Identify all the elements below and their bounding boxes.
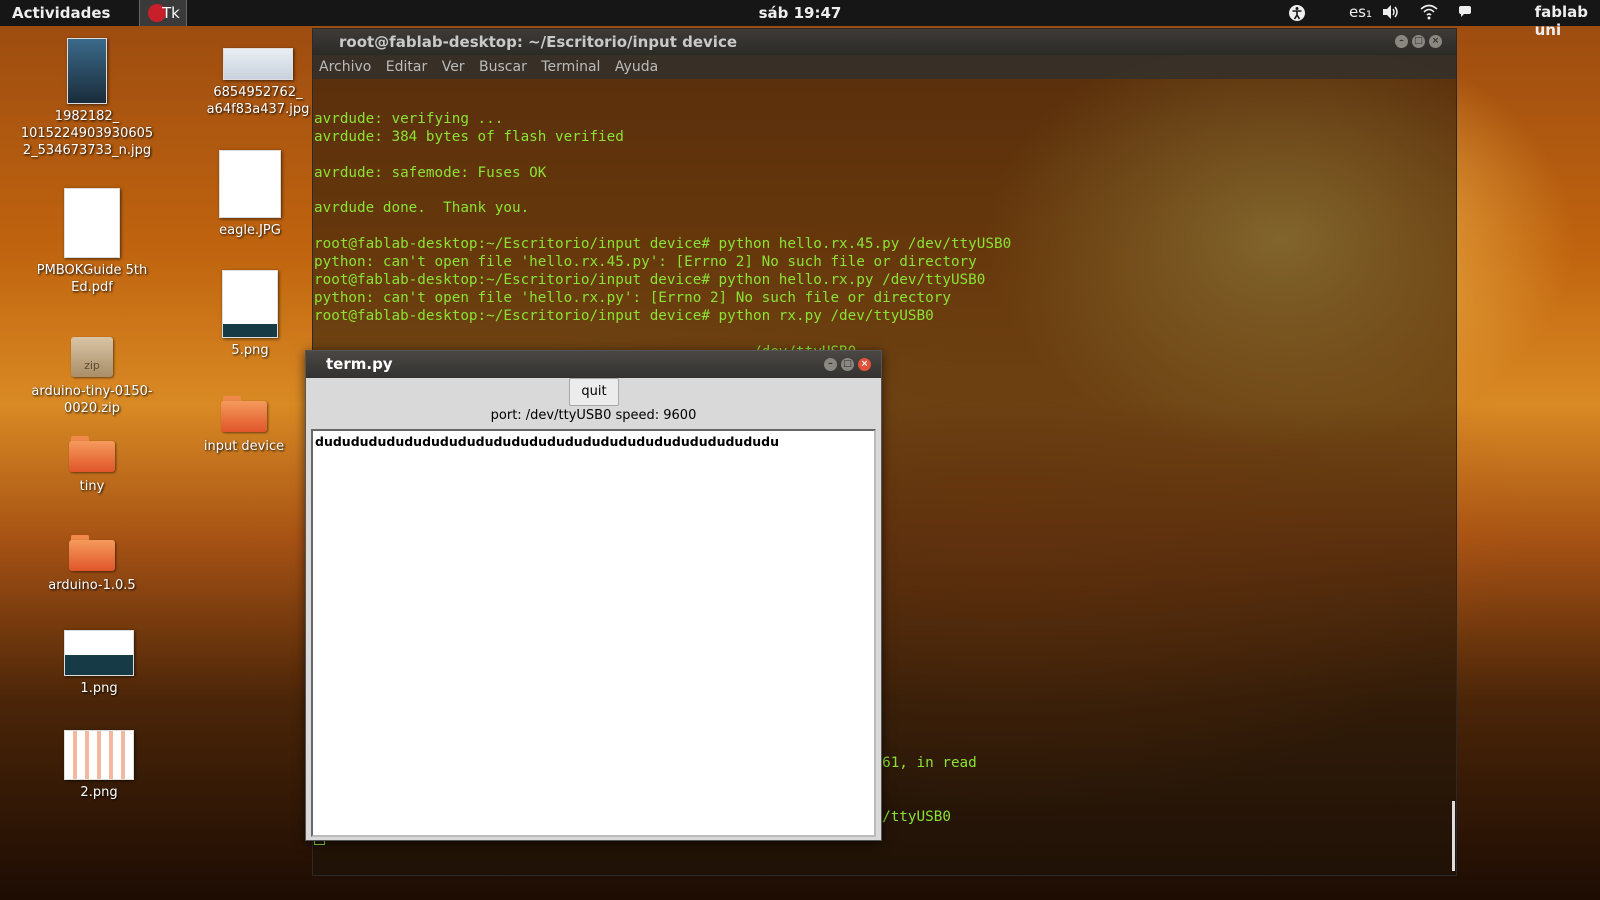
terminal-line: python: can't open file 'hello.rx.45.py'… — [314, 254, 977, 271]
maximize-icon[interactable]: □ — [1412, 35, 1425, 48]
wifi-icon[interactable] — [1420, 4, 1438, 24]
desktop-icon[interactable]: input device — [184, 396, 304, 455]
menu-archivo[interactable]: Archivo — [319, 59, 371, 75]
desktop-icon-label: arduino-1.0.5 — [48, 578, 136, 593]
desktop-icon[interactable]: eagle.JPG — [200, 150, 300, 239]
menu-ver[interactable]: Ver — [442, 59, 465, 75]
serial-output-textbox[interactable]: dudududududududududududududududududududu… — [311, 429, 876, 837]
folder-icon — [69, 436, 115, 472]
desktop-icon-label: 6854952762_ a64f83a437.jpg — [206, 85, 310, 117]
close-icon[interactable]: × — [858, 358, 871, 371]
tk-titlebar[interactable]: term.py – □ × — [306, 351, 881, 378]
port-speed-label: port: /dev/ttyUSB0 speed: 9600 — [490, 408, 697, 423]
zip-archive-icon: zip — [71, 337, 113, 377]
image-thumbnail-icon — [64, 730, 134, 780]
desktop-icon[interactable]: 5.png — [200, 270, 300, 359]
terminal-line: avrdude: safemode: Fuses OK — [314, 164, 547, 181]
menu-ayuda[interactable]: Ayuda — [615, 59, 658, 75]
image-thumbnail-icon — [223, 48, 293, 80]
terminal-line: avrdude: verifying ... — [314, 111, 504, 127]
desktop-icon-label: 1982182_ 1015224903930605 2_534673733_n.… — [20, 109, 154, 158]
menu-buscar[interactable]: Buscar — [479, 59, 527, 75]
terminal-line: root@fablab-desktop:~/Escritorio/input d… — [314, 307, 934, 324]
desktop-icon-label: PMBOKGuide 5th Ed.pdf — [36, 263, 148, 295]
pdf-thumbnail-icon — [64, 188, 120, 258]
terminal-menubar: Archivo Editar Ver Buscar Terminal Ayuda — [313, 55, 1456, 79]
minimize-icon[interactable]: – — [1395, 35, 1408, 48]
desktop-icon[interactable]: PMBOKGuide 5th Ed.pdf — [22, 188, 162, 296]
desktop-icon-label: 1.png — [80, 681, 118, 696]
window-controls: – □ × — [1391, 35, 1442, 61]
folder-icon — [221, 396, 267, 432]
terminal-titlebar[interactable]: root@fablab-desktop: ~/Escritorio/input … — [313, 29, 1456, 55]
desktop-icon[interactable]: tiny — [37, 436, 147, 495]
accessibility-icon[interactable] — [1288, 4, 1306, 26]
tk-window-title: term.py — [326, 355, 393, 373]
desktop-icon-label: 5.png — [231, 343, 269, 358]
user-menu[interactable]: fablab uni — [1535, 3, 1588, 39]
tk-term-window[interactable]: term.py – □ × quit port: /dev/ttyUSB0 spee… — [305, 350, 882, 841]
terminal-line: avrdude: 384 bytes of flash verified — [314, 128, 624, 145]
window-controls: – □ × — [820, 358, 871, 385]
menu-editar[interactable]: Editar — [386, 59, 427, 75]
serial-output-text: dudududududududududududududududududududu… — [315, 434, 780, 449]
terminal-line: root@fablab-desktop:~/Escritorio/input d… — [314, 236, 1012, 253]
desktop-icon-label: input device — [203, 439, 285, 454]
desktop-icon-label: 2.png — [80, 785, 118, 800]
desktop-icon-label: tiny — [79, 479, 105, 494]
image-thumbnail-icon — [67, 38, 107, 104]
desktop-icon[interactable]: arduino-1.0.5 — [32, 535, 152, 594]
desktop-icon[interactable]: 1.png — [49, 630, 149, 697]
folder-icon — [69, 535, 115, 571]
user-status-icon[interactable] — [1458, 4, 1472, 22]
keyboard-layout-indicator[interactable]: es₁ — [1349, 3, 1372, 21]
desktop-icon[interactable]: 6854952762_ a64f83a437.jpg — [188, 48, 328, 118]
zip-badge: zip — [84, 359, 100, 372]
minimize-icon[interactable]: – — [824, 358, 837, 371]
desktop-icon-label: arduino-tiny-0150- 0020.zip — [31, 384, 153, 416]
desktop-icon[interactable]: 2.png — [49, 730, 149, 801]
desktop-icon[interactable]: 1982182_ 1015224903930605 2_534673733_n.… — [12, 38, 162, 159]
image-thumbnail-icon — [64, 630, 134, 676]
terminal-line: root@fablab-desktop:~/Escritorio/input d… — [314, 272, 986, 289]
image-thumbnail-icon — [222, 270, 278, 338]
maximize-icon[interactable]: □ — [841, 358, 854, 371]
desktop-icon-label: eagle.JPG — [219, 223, 281, 238]
top-panel: Actividades Tk sáb 19:47 es₁ fablab uni — [0, 0, 1600, 39]
quit-button[interactable]: quit — [569, 378, 619, 406]
terminal-title: root@fablab-desktop: ~/Escritorio/input … — [339, 33, 738, 51]
terminal-line: avrdude done. Thank you. — [314, 200, 530, 217]
volume-icon[interactable] — [1382, 4, 1400, 24]
schematic-thumbnail-icon — [219, 150, 281, 218]
scrollbar-thumb[interactable] — [1452, 801, 1455, 871]
terminal-scrollbar[interactable] — [1448, 111, 1456, 871]
desktop-icon[interactable]: zip arduino-tiny-0150- 0020.zip — [17, 337, 167, 417]
terminal-line: python: can't open file 'hello.rx.py': [… — [314, 289, 951, 306]
menu-terminal[interactable]: Terminal — [541, 59, 600, 75]
close-icon[interactable]: × — [1429, 35, 1442, 48]
